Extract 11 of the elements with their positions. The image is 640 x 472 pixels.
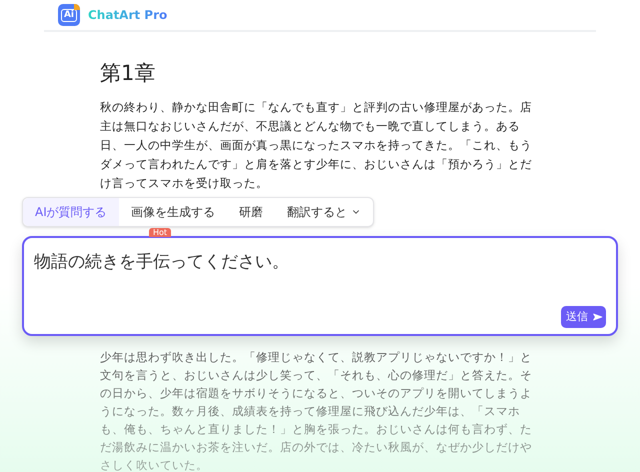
hot-badge: Hot [149,228,172,237]
toolbar-tab[interactable]: AIが質問する [23,198,119,226]
logo-corner-icon [74,4,80,10]
toolbar-tab[interactable]: 翻訳すると [274,198,373,226]
toolbar-tab[interactable]: 画像を生成する [118,198,227,226]
prompt-text: 物語の続きを手伝ってください。 [34,251,290,274]
toolbar-tab[interactable]: 研磨 [226,198,275,226]
prompt-input[interactable]: 物語の続きを手伝ってください。 送信 [22,236,618,336]
send-button[interactable]: 送信 [561,306,606,328]
chapter-title: 第1章 [100,60,156,87]
story-paragraph: 秋の終わり、静かな田舎町に「なんでも直す」と評判の古い修理屋があった。店主は無口なおじいさんだが、不思議とどんな物でも一晩で直してしまう。ある日、一人の中学生が、画面が真っ黒になったスマホを持ってきた。「これ、もうダメって言われたんです」と肩を落とす少年に、おじいさんは「預かろう」とだけ言ってスマホを受け取った。 [100,99,533,192]
